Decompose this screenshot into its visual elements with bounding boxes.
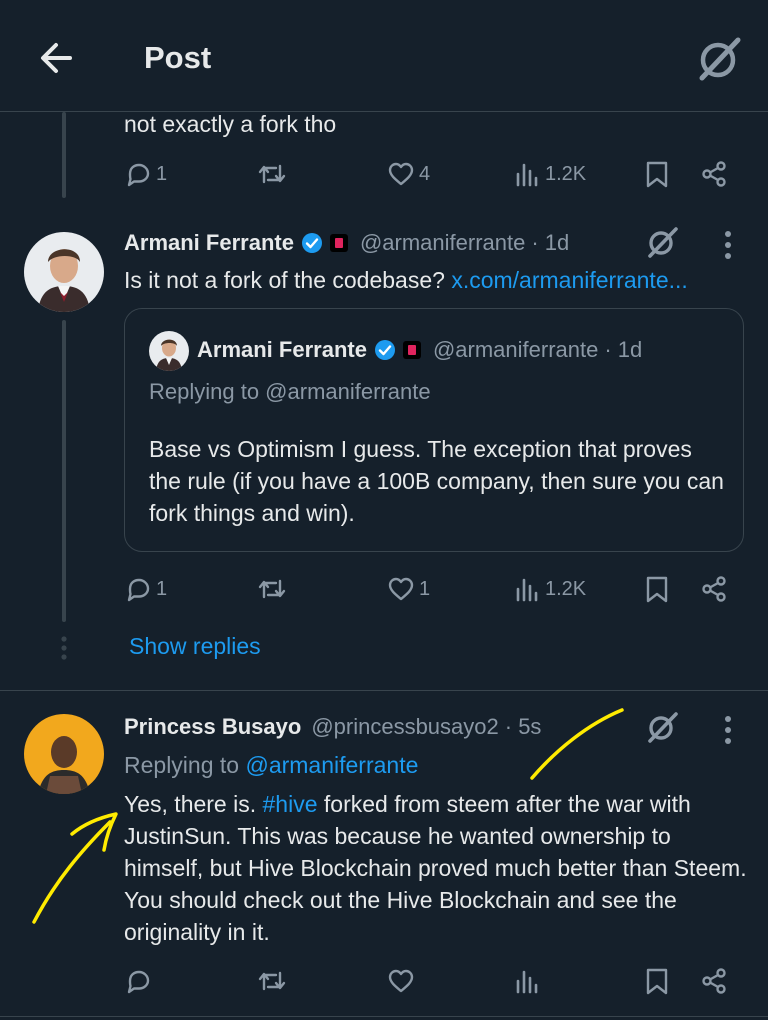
reply-count: 1: [156, 162, 168, 185]
reply-button[interactable]: 1: [124, 160, 167, 188]
share-icon: [702, 576, 726, 602]
bookmark-button[interactable]: [644, 967, 670, 995]
tweet-header: Princess Busayo @princessbusayo2 · 5s: [124, 714, 541, 740]
retweet-button[interactable]: [256, 575, 288, 603]
grok-icon[interactable]: [644, 709, 680, 745]
reply-icon: [127, 578, 150, 602]
avatar[interactable]: [24, 232, 104, 312]
more-icon[interactable]: [724, 230, 732, 260]
bookmark-icon: [646, 161, 668, 188]
views-button[interactable]: [513, 967, 541, 995]
reply-icon: [127, 163, 150, 187]
bookmark-icon: [646, 968, 668, 995]
like-count: 1: [419, 577, 431, 600]
views-icon: [516, 970, 538, 994]
author-name[interactable]: Armani Ferrante: [124, 230, 294, 256]
verified-badge-icon: [301, 233, 322, 253]
author-handle[interactable]: @princessbusayo2: [311, 714, 498, 740]
replying-to: Replying to @armaniferrante: [124, 752, 418, 779]
retweet-icon: [258, 164, 286, 184]
quote-header: Armani Ferrante @armaniferrante · 1d: [197, 337, 642, 363]
hashtag-link[interactable]: #hive: [263, 791, 318, 817]
author-handle[interactable]: @armaniferrante: [360, 230, 525, 256]
quote-replying-to: Replying to @armaniferrante: [149, 379, 431, 404]
quote-text: Base vs Optimism I guess. The exception …: [149, 436, 724, 526]
views-icon: [516, 578, 538, 602]
like-icon: [388, 577, 414, 601]
top-bar: Post: [0, 0, 768, 112]
more-icon[interactable]: [724, 715, 732, 745]
tweet-body: Is it not a fork of the codebase?: [124, 267, 452, 293]
thread-line: [62, 320, 66, 622]
affiliate-badge: [402, 341, 421, 359]
back-arrow-icon[interactable]: [36, 38, 76, 78]
quote-author-handle: @armaniferrante: [432, 337, 599, 362]
views-count: 1.2K: [545, 162, 587, 185]
views-count: 1.2K: [545, 577, 587, 600]
share-icon: [702, 161, 726, 187]
show-replies-link[interactable]: Show replies: [129, 633, 261, 660]
retweet-button[interactable]: [256, 967, 288, 995]
tweet-text: not exactly a fork tho: [124, 111, 337, 137]
tweet-time[interactable]: · 1d: [531, 230, 569, 256]
like-icon: [388, 969, 414, 993]
divider: [0, 690, 768, 691]
quote-avatar[interactable]: [149, 331, 189, 371]
retweet-icon: [258, 579, 286, 599]
avatar[interactable]: [24, 714, 104, 794]
share-icon: [702, 968, 726, 994]
tweet-link[interactable]: x.com/armaniferrante...: [451, 267, 687, 293]
replying-to-label: Replying to: [124, 752, 246, 778]
tweet-time[interactable]: · 5s: [505, 714, 542, 740]
affiliate-badge: [329, 234, 348, 252]
thread-dots-icon: [61, 636, 67, 660]
share-button[interactable]: [700, 160, 728, 188]
avatar-illustration: [24, 232, 104, 312]
quote-time: · 1d: [604, 337, 643, 362]
tweet-header: Armani Ferrante @armaniferrante · 1d: [124, 230, 569, 256]
page-title: Post: [144, 40, 212, 75]
divider: [0, 1016, 768, 1017]
thread-line: [62, 112, 66, 198]
like-button[interactable]: 1: [387, 575, 430, 603]
like-count: 4: [419, 162, 431, 185]
verified-badge-icon: [374, 340, 395, 360]
views-button[interactable]: 1.2K: [513, 575, 586, 603]
reply-button[interactable]: [124, 967, 152, 995]
like-icon: [388, 162, 414, 186]
retweet-button[interactable]: [256, 160, 288, 188]
tweet-text: Is it not a fork of the codebase? x.com/…: [124, 264, 688, 296]
like-button[interactable]: [387, 967, 415, 995]
reply-count: 1: [156, 577, 168, 600]
tweet-body-start: Yes, there is.: [124, 791, 263, 817]
reply-icon: [127, 970, 150, 994]
views-icon: [516, 163, 538, 187]
author-name[interactable]: Princess Busayo: [124, 714, 301, 740]
grok-icon[interactable]: [694, 34, 744, 84]
bookmark-button[interactable]: [644, 160, 670, 188]
reply-button[interactable]: 1: [124, 575, 167, 603]
like-button[interactable]: 4: [387, 160, 430, 188]
grok-icon[interactable]: [644, 224, 680, 260]
avatar-photo: [24, 714, 104, 794]
replying-to-handle[interactable]: @armaniferrante: [245, 752, 418, 778]
quote-tweet-card[interactable]: Armani Ferrante @armaniferrante · 1d Rep…: [124, 308, 744, 552]
share-button[interactable]: [700, 575, 728, 603]
bookmark-icon: [646, 576, 668, 603]
share-button[interactable]: [700, 967, 728, 995]
quote-author-name: Armani Ferrante: [197, 337, 367, 362]
views-button[interactable]: 1.2K: [513, 160, 586, 188]
avatar-illustration: [149, 331, 189, 371]
tweet-text: Yes, there is. #hive forked from steem a…: [124, 788, 748, 948]
retweet-icon: [258, 971, 286, 991]
bookmark-button[interactable]: [644, 575, 670, 603]
